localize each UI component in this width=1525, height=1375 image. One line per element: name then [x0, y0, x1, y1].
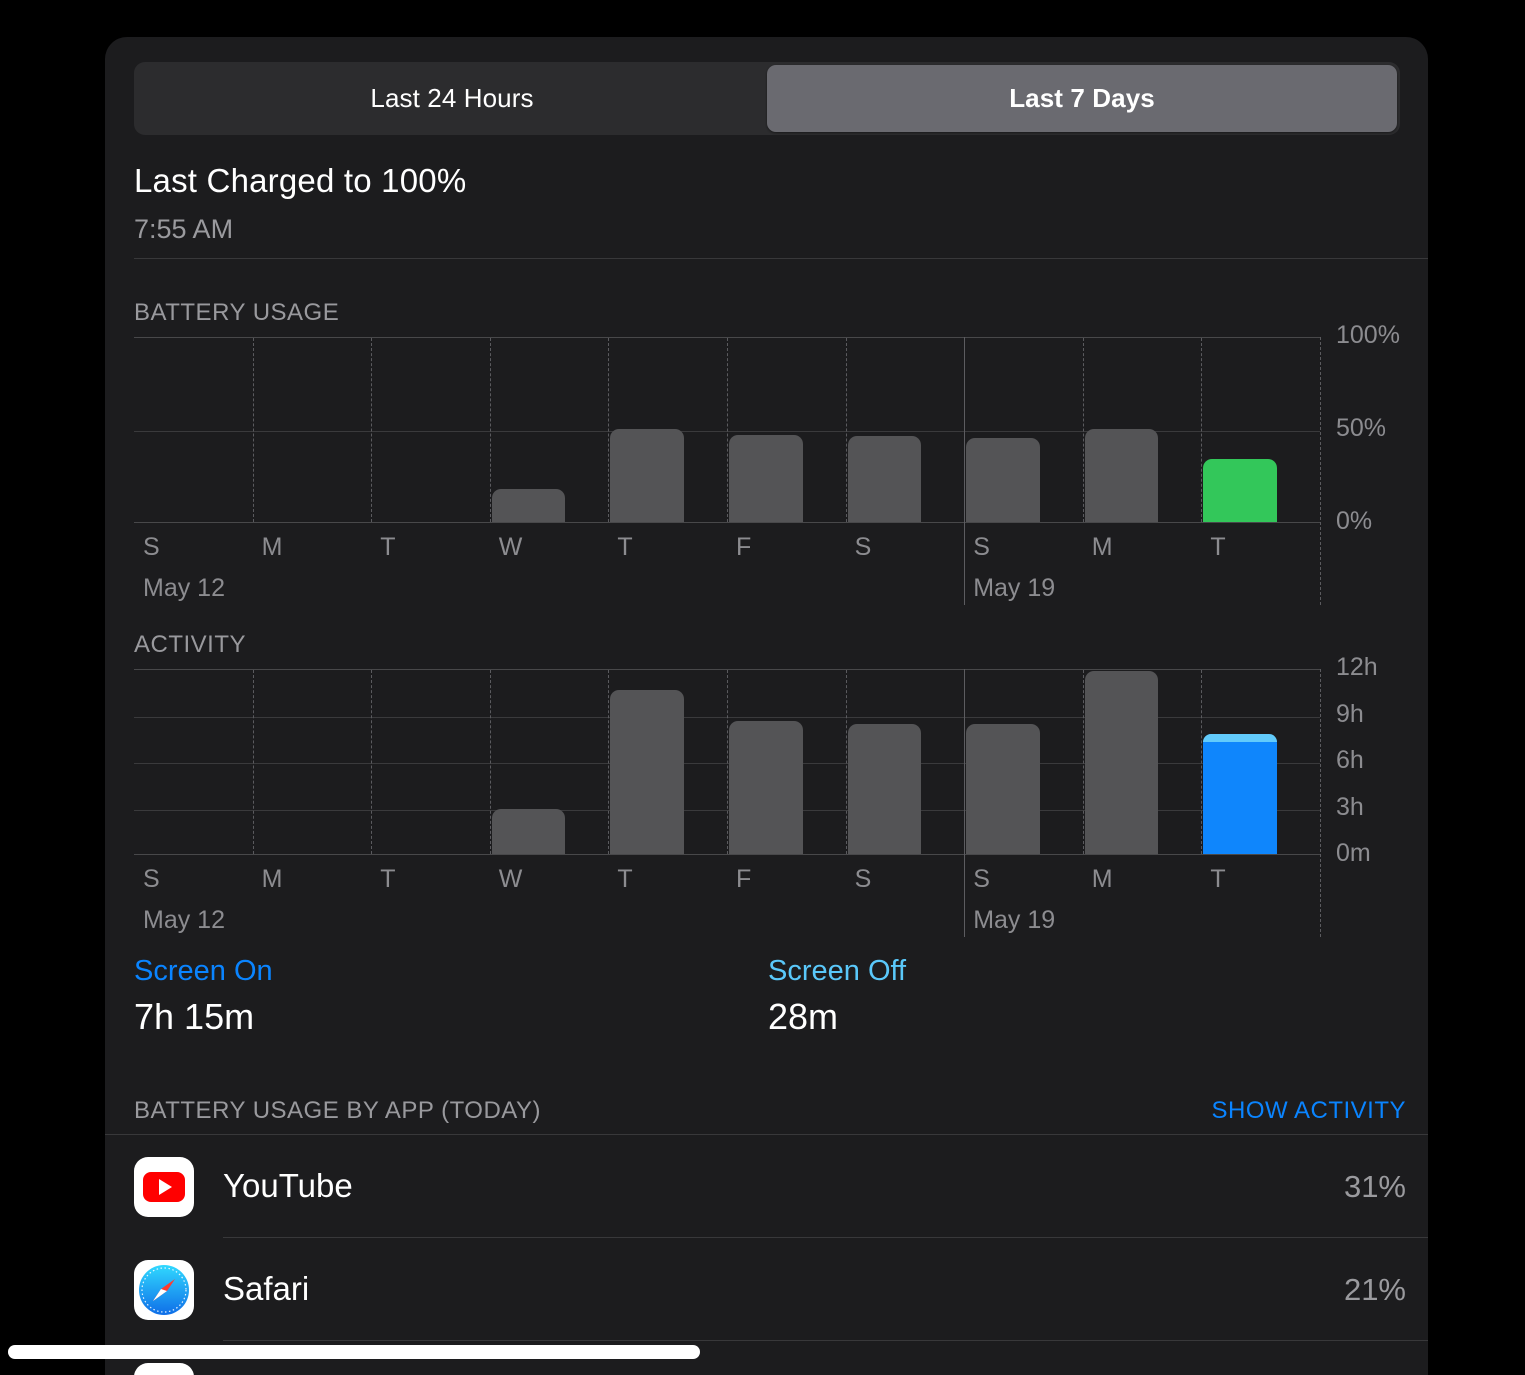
gridline-day — [608, 670, 610, 854]
chart-bar[interactable] — [1084, 671, 1159, 854]
battery-by-app-label: BATTERY USAGE BY APP (TODAY) — [134, 1097, 542, 1124]
tab-last-7-days[interactable]: Last 7 Days — [767, 65, 1397, 132]
gridline-day — [727, 338, 728, 522]
gridline-day — [845, 670, 847, 854]
chart-bar[interactable] — [1203, 458, 1277, 522]
battery-card: Last 24 Hours Last 7 Days Last Charged t… — [105, 37, 1428, 1375]
youtube-icon — [134, 1157, 194, 1217]
x-axis-tick-label: S — [854, 533, 872, 561]
x-axis-tick-label: F — [736, 865, 752, 893]
y-axis-tick-label: 100% — [1336, 321, 1400, 349]
app-percent: 21% — [1343, 1272, 1406, 1307]
chart-bar[interactable] — [847, 436, 922, 522]
screen-off-value: 28m — [768, 996, 839, 1037]
app-name: Safari — [223, 1270, 310, 1307]
chart-bar[interactable] — [1203, 734, 1277, 854]
y-axis-tick-label: 0m — [1336, 839, 1371, 867]
gridline-week — [964, 669, 966, 937]
x-axis-tick-label: M — [1091, 865, 1113, 893]
week-start-label: May 12 — [143, 574, 225, 602]
last-charged-title: Last Charged to 100% — [134, 162, 467, 199]
tab-last-24-hours[interactable]: Last 24 Hours — [137, 65, 767, 132]
chart-bar[interactable] — [729, 434, 803, 522]
gridline-day — [489, 670, 491, 854]
chart-bar[interactable] — [610, 429, 684, 522]
screen-off-label: Screen Off — [768, 955, 907, 987]
gridline-day — [252, 338, 254, 522]
time-range-segmented-control[interactable]: Last 24 Hours Last 7 Days — [134, 62, 1400, 135]
y-axis-tick-label: 12h — [1336, 653, 1378, 681]
show-activity-button[interactable]: SHOW ACTIVITY — [1211, 1097, 1406, 1125]
week-start-label: May 12 — [143, 906, 225, 934]
x-axis-tick-label: T — [617, 865, 633, 893]
x-axis-tick-label: M — [261, 533, 283, 561]
header-divider — [134, 258, 1428, 259]
y-axis-tick-label: 3h — [1336, 792, 1364, 821]
chart-bar[interactable] — [491, 488, 566, 522]
x-axis-tick-label: S — [973, 865, 990, 893]
x-axis-tick-label: S — [143, 865, 160, 893]
table-row[interactable]: Safari 21% — [105, 1238, 1428, 1341]
gridline-day — [845, 338, 847, 522]
y-axis-tick-label: 9h — [1336, 699, 1364, 728]
x-axis-tick-label: T — [380, 533, 396, 561]
screen-on-label: Screen On — [134, 955, 273, 987]
gridline-day — [371, 338, 373, 522]
plot-area — [134, 669, 1320, 855]
chart-bar[interactable] — [729, 720, 803, 854]
gridline-day — [727, 670, 728, 854]
horizontal-scrollbar[interactable] — [8, 1345, 700, 1359]
gridline-day — [1082, 338, 1084, 522]
gridline-day — [489, 338, 491, 522]
x-axis-tick-label: M — [1091, 533, 1113, 561]
x-axis-tick-label: T — [380, 865, 396, 893]
safari-icon — [134, 1260, 194, 1320]
x-axis-tick-label: T — [617, 533, 633, 561]
last-charged-time: 7:55 AM — [134, 214, 234, 244]
x-axis-tick-label: W — [498, 533, 523, 561]
x-axis-tick-label: T — [1210, 865, 1226, 893]
chart-bar[interactable] — [847, 723, 922, 854]
week-start-label: May 19 — [973, 906, 1056, 934]
gridline-day — [1201, 338, 1203, 522]
gridline-day — [1082, 670, 1084, 854]
chart-bar[interactable] — [966, 723, 1040, 854]
battery-usage-chart[interactable]: 0% 50% 100% S M T W T F S S M T May 12 May 19 — [134, 321, 1400, 613]
x-axis-tick-label: S — [854, 865, 872, 893]
activity-chart[interactable]: 0m 3h 6h 9h 12h S M T W T F S S M T May 12 May 19 — [134, 653, 1378, 945]
chart-bar-screen-off-segment — [1203, 734, 1277, 742]
screen-root: Last 24 Hours Last 7 Days Last Charged t… — [0, 0, 1525, 1375]
table-row[interactable]: YouTube 31% — [105, 1135, 1428, 1238]
screen-on-value: 7h 15m — [134, 996, 255, 1037]
chart-bar[interactable] — [610, 689, 684, 854]
gridline-day — [1320, 337, 1321, 605]
x-axis-tick-label: M — [261, 865, 283, 893]
plot-area — [134, 337, 1320, 523]
x-axis-tick-label: S — [143, 533, 160, 561]
x-axis-tick-label: F — [736, 533, 752, 561]
chart-bar[interactable] — [491, 809, 566, 854]
gridline-day — [1320, 669, 1321, 937]
gridline-day — [1201, 670, 1203, 854]
gridline-week — [964, 337, 966, 605]
app-name: YouTube — [223, 1167, 353, 1204]
battery-usage-label: BATTERY USAGE — [134, 299, 340, 326]
gridline-day — [608, 338, 610, 522]
x-axis-tick-label: W — [498, 865, 523, 893]
week-start-label: May 19 — [973, 574, 1056, 602]
activity-label: ACTIVITY — [134, 631, 247, 658]
y-axis-tick-label: 6h — [1336, 746, 1364, 774]
chart-bar[interactable] — [1084, 429, 1159, 522]
gridline-day — [371, 670, 373, 854]
chart-bar[interactable] — [966, 438, 1040, 522]
y-axis-tick-label: 50% — [1336, 414, 1387, 442]
y-axis-tick-label: 0% — [1336, 507, 1373, 535]
x-axis-tick-label: S — [973, 533, 990, 561]
x-axis-tick-label: T — [1210, 533, 1226, 561]
app-percent: 31% — [1343, 1169, 1406, 1204]
app-icon-partial — [134, 1363, 194, 1375]
gridline-day — [252, 670, 254, 854]
